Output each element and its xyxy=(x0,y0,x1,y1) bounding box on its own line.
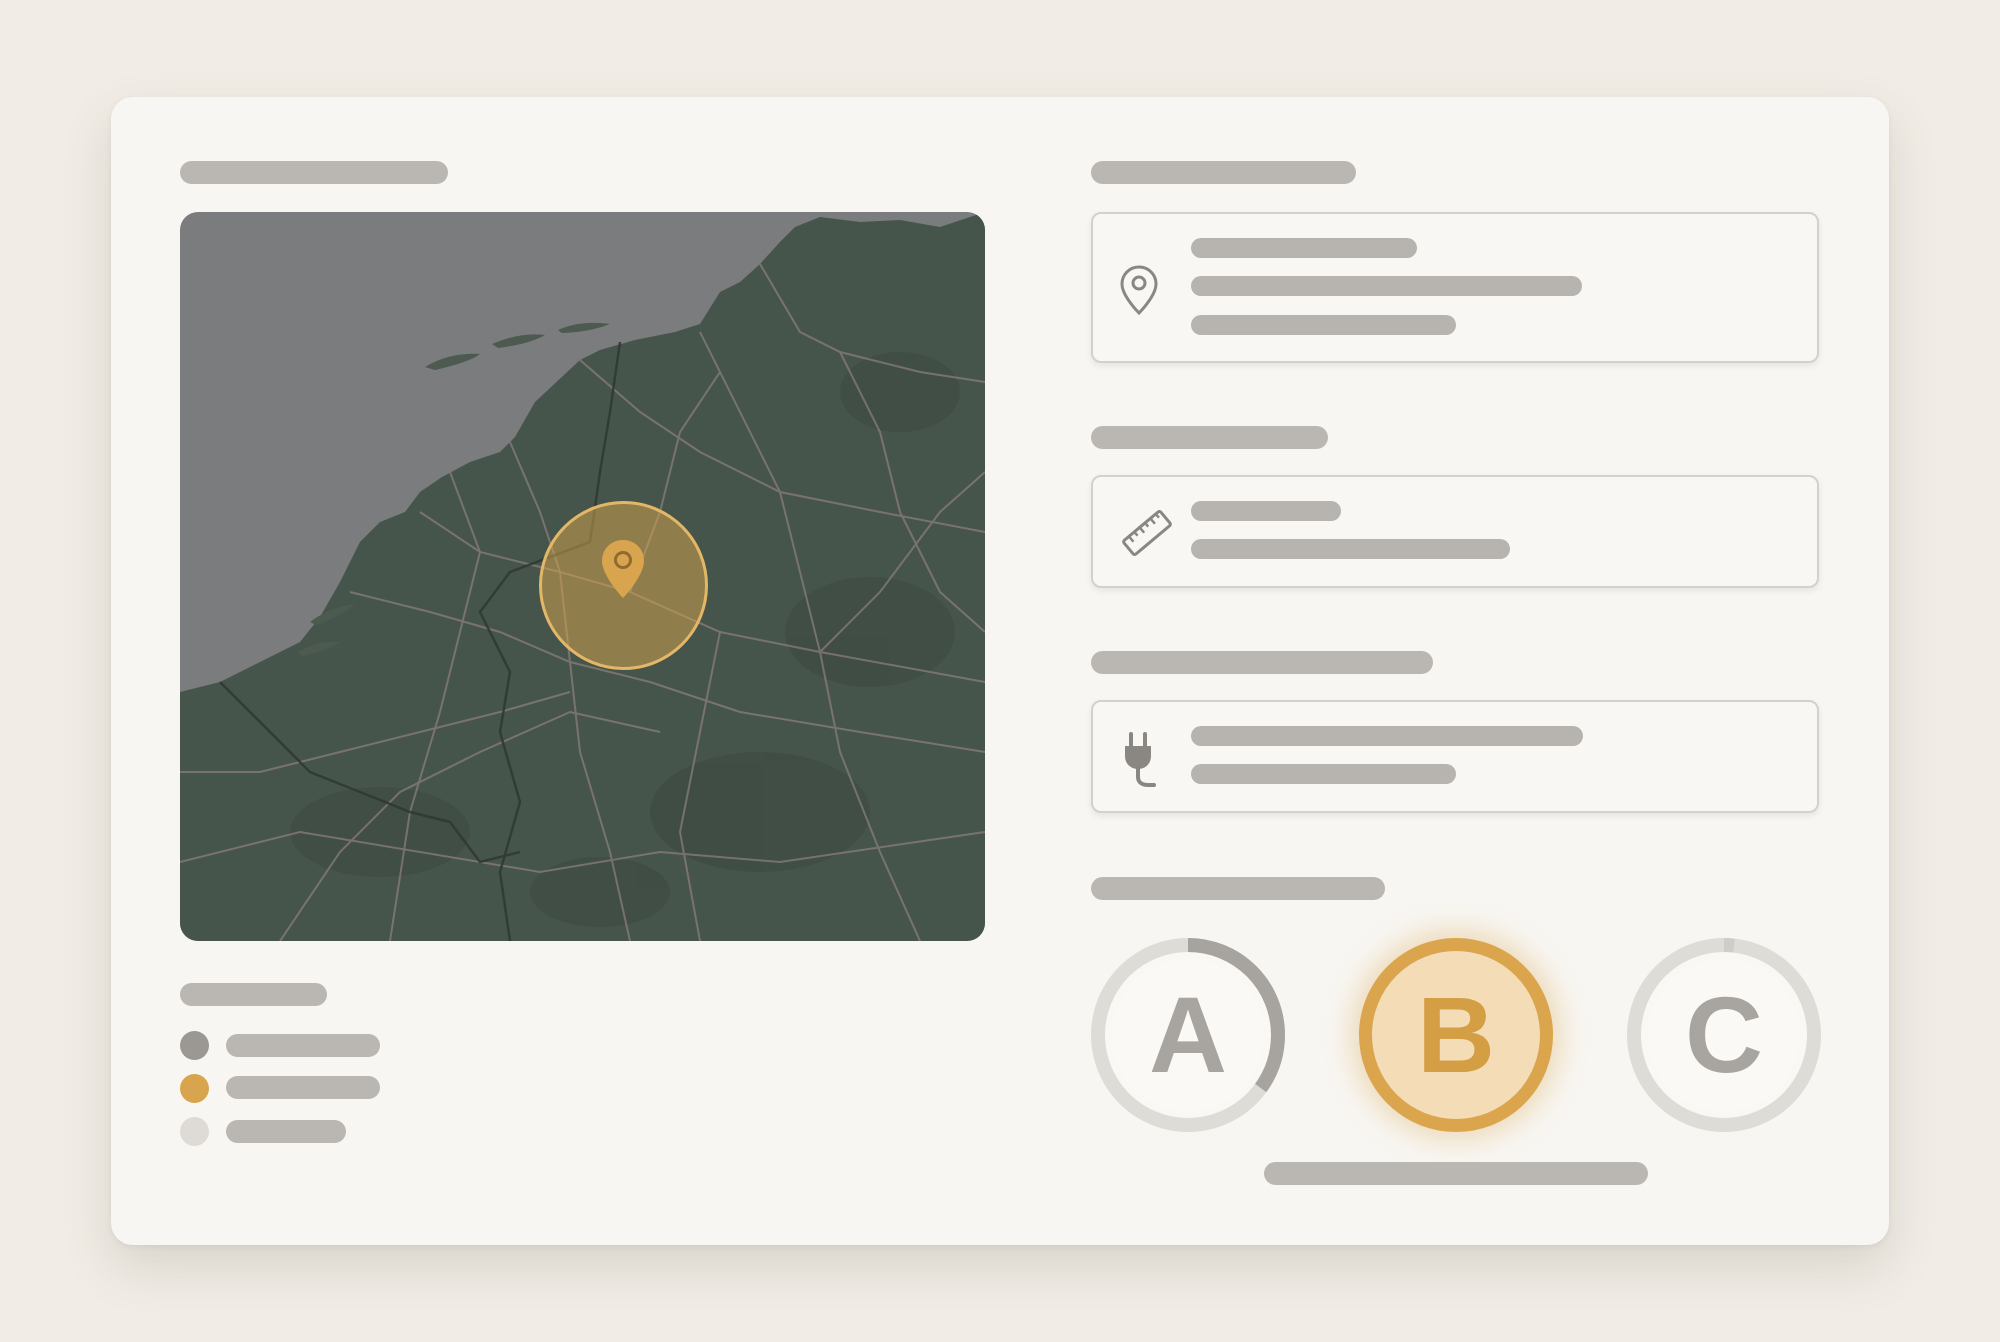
location-line-1 xyxy=(1191,238,1417,258)
option-a-label: A xyxy=(1149,974,1227,1095)
option-b-button[interactable]: B xyxy=(1359,938,1553,1132)
legend-dot-accent xyxy=(180,1074,209,1103)
legend-dot-gray xyxy=(180,1031,209,1060)
location-line-2 xyxy=(1191,276,1582,296)
plug-icon xyxy=(1125,732,1156,787)
distance-box[interactable] xyxy=(1091,475,1819,588)
option-a-button[interactable]: A xyxy=(1091,938,1285,1132)
option-c-button[interactable]: C xyxy=(1627,938,1821,1132)
map-pin-outline-icon xyxy=(1120,265,1158,316)
connector-line-1 xyxy=(1191,726,1583,746)
distance-line-2 xyxy=(1191,539,1510,559)
connector-line-2 xyxy=(1191,764,1456,784)
distance-line-1 xyxy=(1191,501,1341,521)
distance-section-title xyxy=(1091,426,1328,449)
legend-label-2 xyxy=(226,1076,380,1099)
legend-title xyxy=(180,983,327,1006)
connector-section-title xyxy=(1091,651,1433,674)
option-b-label: B xyxy=(1417,974,1495,1095)
connector-box[interactable] xyxy=(1091,700,1819,813)
map-pin-icon xyxy=(602,540,644,598)
location-box[interactable] xyxy=(1091,212,1819,363)
option-c-label: C xyxy=(1685,974,1763,1095)
legend-dot-light xyxy=(180,1117,209,1146)
options-caption xyxy=(1264,1162,1648,1185)
legend-label-3 xyxy=(226,1120,346,1143)
map-section-title xyxy=(180,161,448,184)
location-line-3 xyxy=(1191,315,1456,335)
legend-label-1 xyxy=(226,1034,380,1057)
location-section-title xyxy=(1091,161,1356,184)
ruler-icon xyxy=(1122,509,1172,557)
options-section-title xyxy=(1091,877,1385,900)
